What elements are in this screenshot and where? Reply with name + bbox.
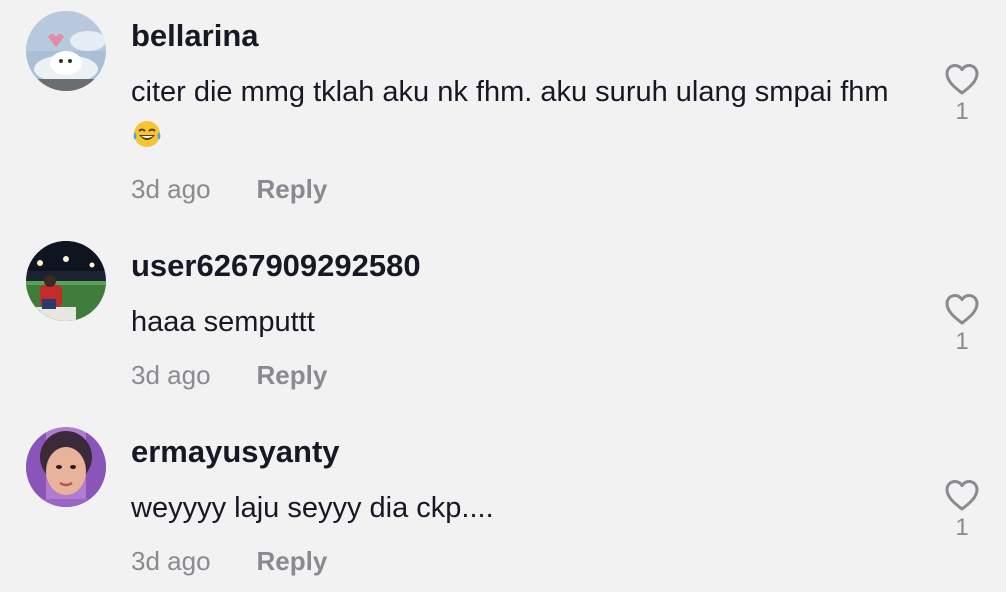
comment-username[interactable]: ermayusyanty	[131, 434, 340, 470]
comment-meta: 3d ago Reply	[131, 546, 327, 576]
face-with-tears-of-joy-icon	[133, 121, 161, 147]
avatar[interactable]	[26, 427, 106, 507]
comment-item: user6267909292580 haaa semputtt 3d ago Re…	[0, 230, 1006, 410]
reply-button[interactable]: Reply	[257, 360, 328, 390]
comment-meta: 3d ago Reply	[131, 174, 327, 204]
reply-button[interactable]: Reply	[257, 546, 328, 576]
comment-text: haaa semputtt	[131, 306, 315, 338]
like-button[interactable]: 1	[940, 292, 984, 356]
comment-text: weyyyy laju seyyy dia ckp....	[131, 492, 494, 524]
heart-outline-icon	[945, 480, 979, 511]
like-count: 1	[955, 328, 969, 355]
comment-username[interactable]: user6267909292580	[131, 248, 421, 284]
like-button[interactable]: 1	[940, 62, 984, 126]
comment-timestamp: 3d ago	[131, 360, 211, 390]
comment-item: ermayusyanty weyyyy laju seyyy dia ckp..…	[0, 416, 1006, 592]
avatar[interactable]	[26, 241, 106, 321]
like-button[interactable]: 1	[940, 478, 984, 542]
avatar[interactable]	[26, 11, 106, 91]
like-count: 1	[955, 514, 969, 541]
comment-list: bellarina citer die mmg tklah aku nk fhm…	[0, 0, 1006, 592]
comment-timestamp: 3d ago	[131, 546, 211, 576]
comment-text-content: citer die mmg tklah aku nk fhm. aku suru…	[131, 76, 889, 108]
comment-item: bellarina citer die mmg tklah aku nk fhm…	[0, 0, 1006, 220]
heart-outline-icon	[945, 294, 979, 325]
comment-timestamp: 3d ago	[131, 174, 211, 204]
comment-meta: 3d ago Reply	[131, 360, 327, 390]
reply-button[interactable]: Reply	[257, 174, 328, 204]
like-count: 1	[955, 98, 969, 125]
comment-username[interactable]: bellarina	[131, 18, 259, 54]
heart-outline-icon	[945, 64, 979, 95]
comment-text: citer die mmg tklah aku nk fhm. aku suru…	[131, 70, 911, 158]
